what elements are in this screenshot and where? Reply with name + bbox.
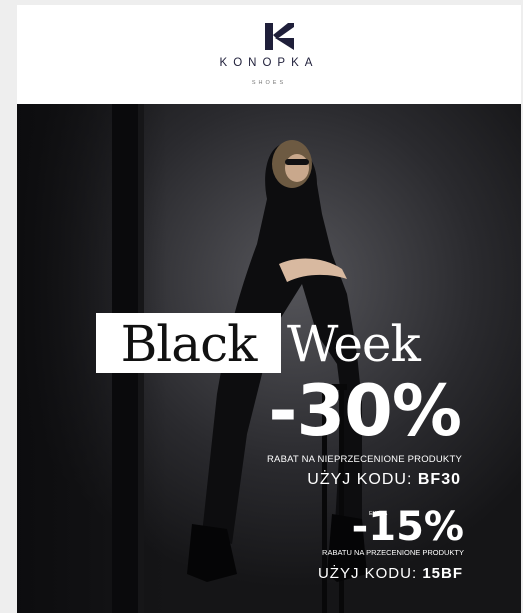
promo-code-2[interactable]: UŻYJ KODU: 15BF <box>318 565 463 582</box>
k-logo-icon[interactable] <box>264 23 294 50</box>
email-container: KONOPKA SHOES Black Week -30% RABAT NA N… <box>17 5 521 613</box>
brand-subtitle: SHOES <box>251 80 287 86</box>
headline-week: Week <box>287 315 421 373</box>
email-header: KONOPKA SHOES <box>17 5 521 104</box>
promo-code-2-label: UŻYJ KODU: <box>317 565 418 582</box>
discount-extra-caption: RABATU NA PRZECENIONE PRODUKTY <box>322 548 464 557</box>
promo-code-1-label: UŻYJ KODU: <box>307 471 413 488</box>
hero-banner[interactable]: Black Week -30% RABAT NA NIEPRZECENIONE … <box>17 104 521 613</box>
brand-name[interactable]: KONOPKA <box>17 57 521 69</box>
promo-code-1-value: BF30 <box>417 471 461 488</box>
promo-code-1[interactable]: UŻYJ KODU: BF30 <box>307 471 461 489</box>
discount-main: -30% <box>268 370 462 452</box>
headline-black: Black <box>120 315 258 373</box>
promo-code-2-value: 15BF <box>422 565 463 582</box>
discount-extra: -15% <box>351 504 464 550</box>
discount-main-caption: RABAT NA NIEPRZECENIONE PRODUKTY <box>266 454 462 465</box>
